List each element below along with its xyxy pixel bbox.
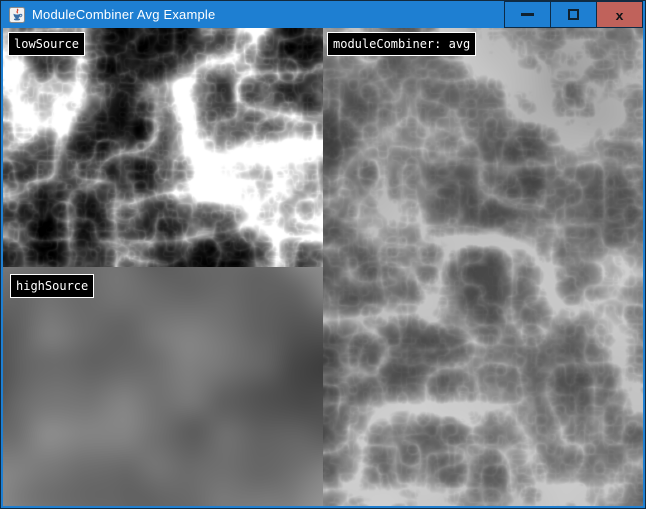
java-icon — [9, 7, 25, 23]
panel-low-source: lowSource — [3, 28, 323, 267]
minimize-button[interactable] — [504, 1, 551, 28]
titlebar-left: ModuleCombiner Avg Example — [3, 7, 505, 23]
high-source-texture — [3, 267, 323, 506]
app-window: ModuleCombiner Avg Example x lowSource h… — [1, 1, 645, 508]
module-combiner-texture — [323, 28, 643, 506]
minimize-icon — [521, 13, 534, 16]
titlebar[interactable]: ModuleCombiner Avg Example x — [3, 1, 643, 28]
window-controls: x — [505, 1, 643, 28]
window-title: ModuleCombiner Avg Example — [32, 7, 215, 22]
low-source-texture — [3, 28, 323, 267]
close-button[interactable]: x — [596, 1, 643, 28]
close-icon: x — [616, 8, 624, 21]
frame-content: lowSource highSource moduleCombiner: avg — [3, 28, 643, 506]
maximize-button[interactable] — [550, 1, 597, 28]
panel-high-source: highSource — [3, 267, 323, 506]
high-source-label: highSource — [10, 274, 94, 298]
maximize-icon — [568, 9, 579, 20]
panel-module-combiner: moduleCombiner: avg — [323, 28, 643, 506]
module-combiner-label: moduleCombiner: avg — [327, 32, 476, 56]
low-source-label: lowSource — [8, 32, 85, 56]
